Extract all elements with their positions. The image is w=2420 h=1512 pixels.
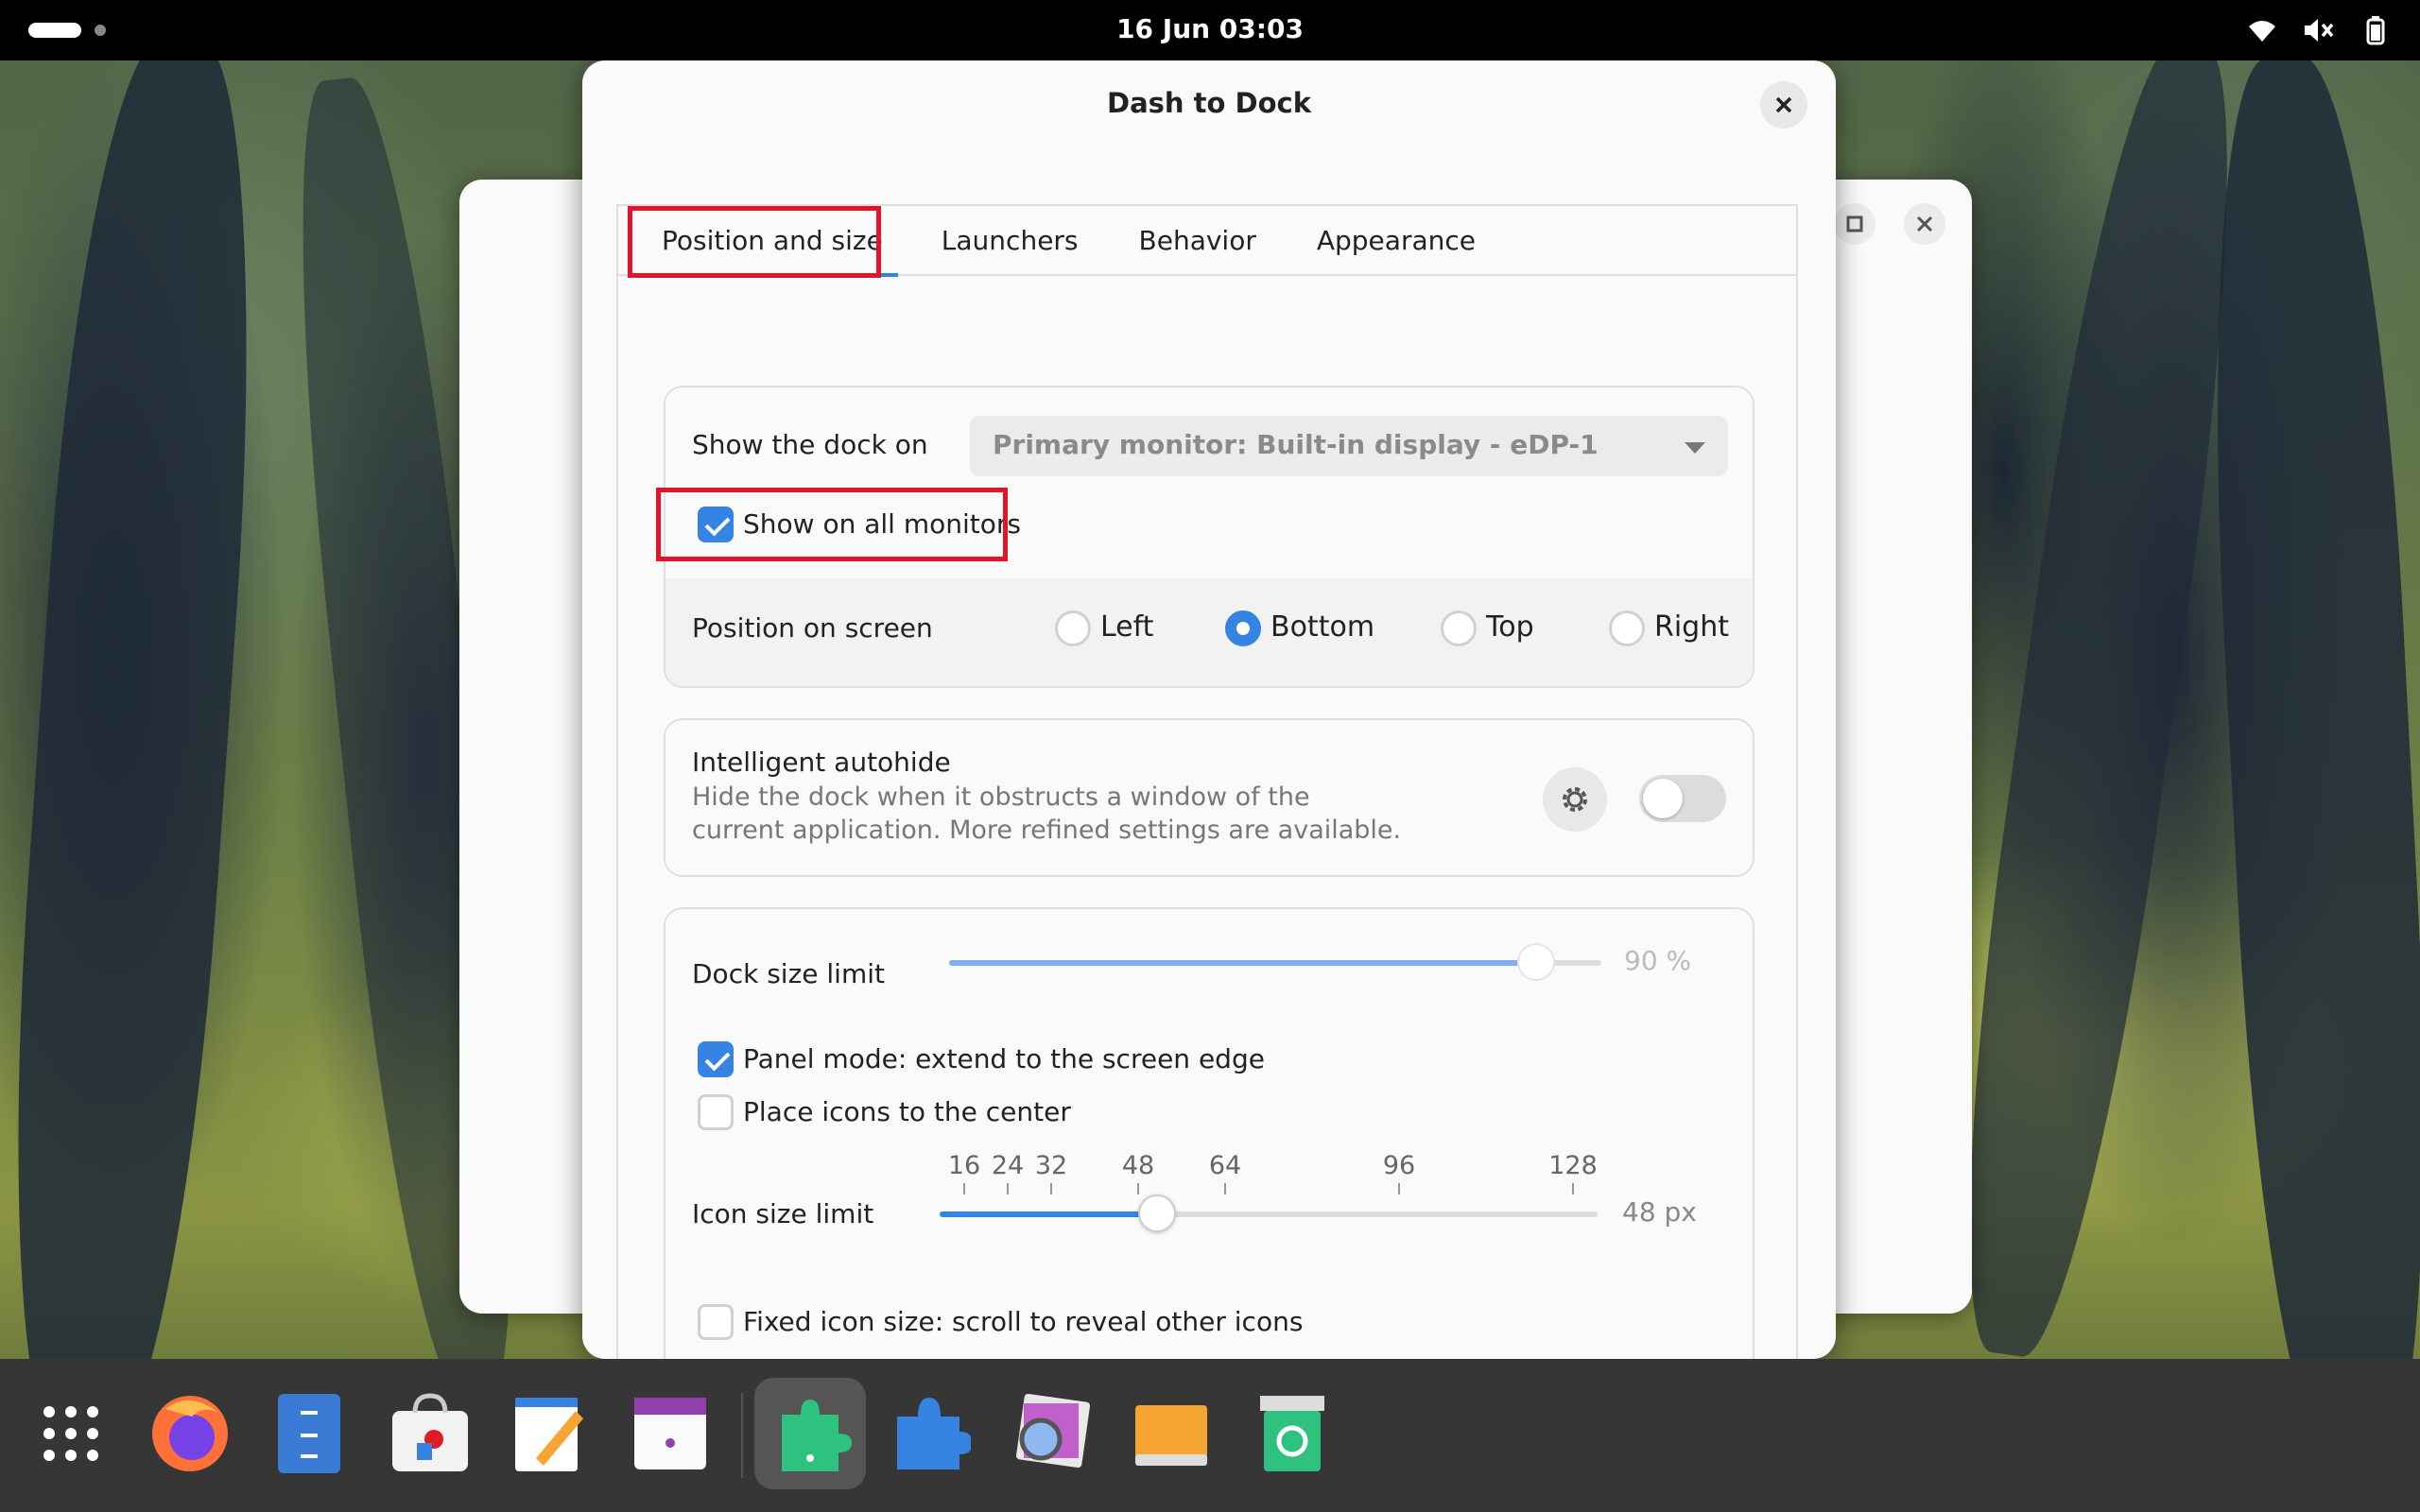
drive-launcher[interactable] bbox=[1115, 1378, 1227, 1489]
extensions-icon bbox=[782, 1400, 852, 1471]
dock-size-slider-fill bbox=[949, 960, 1536, 966]
icon-size-tick bbox=[1050, 1183, 1052, 1194]
position-row: Position on screen Left Bottom Top Right bbox=[666, 578, 1753, 686]
position-bottom-label[interactable]: Bottom bbox=[1270, 610, 1374, 644]
icon-size-tick bbox=[1572, 1183, 1574, 1194]
system-tray[interactable] bbox=[2246, 15, 2392, 45]
extension-manager-launcher[interactable] bbox=[873, 1378, 985, 1489]
icon-size-mark: 96 bbox=[1382, 1151, 1416, 1180]
autohide-title: Intelligent autohide bbox=[692, 747, 951, 778]
top-bar: 16 Jun 03:03 bbox=[0, 0, 2420, 60]
icon-size-tick bbox=[1007, 1183, 1009, 1194]
dialog-close-button[interactable] bbox=[1760, 81, 1807, 129]
extension-manager-icon bbox=[897, 1398, 971, 1469]
icon-size-mark: 64 bbox=[1208, 1151, 1242, 1180]
icon-size-mark: 128 bbox=[1548, 1151, 1598, 1180]
position-on-screen-label: Position on screen bbox=[692, 612, 933, 644]
tab-behavior[interactable]: Behavior bbox=[1109, 205, 1287, 275]
icon-size-mark: 48 bbox=[1121, 1151, 1155, 1180]
center-icons-checkbox[interactable] bbox=[698, 1094, 734, 1130]
text-editor-launcher[interactable] bbox=[493, 1378, 605, 1489]
files-icon bbox=[278, 1394, 340, 1473]
autohide-card: Intelligent autohide Hide the dock when … bbox=[664, 718, 1754, 877]
app-grid-button[interactable] bbox=[15, 1378, 127, 1489]
clock[interactable]: 16 Jun 03:03 bbox=[0, 13, 2420, 44]
position-left-radio[interactable] bbox=[1055, 610, 1091, 646]
position-left-label[interactable]: Left bbox=[1100, 610, 1153, 644]
icon-size-tick bbox=[1137, 1183, 1139, 1194]
icon-size-slider[interactable] bbox=[940, 1211, 1598, 1217]
tab-launchers[interactable]: Launchers bbox=[911, 205, 1109, 275]
dock bbox=[0, 1359, 2420, 1512]
icon-size-slider-fill bbox=[940, 1211, 1157, 1217]
panel-mode-label[interactable]: Panel mode: extend to the screen edge bbox=[743, 1043, 1265, 1074]
software-launcher[interactable] bbox=[374, 1378, 486, 1489]
icon-size-value: 48 px bbox=[1622, 1196, 1697, 1228]
dock-size-value: 90 % bbox=[1624, 945, 1692, 976]
close-icon bbox=[1916, 215, 1933, 232]
icon-size-label: Icon size limit bbox=[692, 1198, 874, 1229]
extensions-launcher[interactable] bbox=[754, 1378, 866, 1489]
icon-size-mark: 32 bbox=[1034, 1151, 1068, 1180]
autohide-switch[interactable] bbox=[1639, 775, 1726, 822]
position-bottom-radio[interactable] bbox=[1225, 610, 1261, 646]
highlight-box-checkbox bbox=[656, 488, 1008, 561]
maximize-icon bbox=[1846, 215, 1863, 232]
switch-knob bbox=[1643, 779, 1683, 818]
files-launcher[interactable] bbox=[253, 1378, 365, 1489]
drive-icon bbox=[1135, 1405, 1207, 1466]
close-button[interactable] bbox=[1904, 203, 1945, 245]
fixed-icon-size-checkbox[interactable] bbox=[698, 1304, 734, 1340]
position-right-label[interactable]: Right bbox=[1654, 610, 1729, 644]
dock-separator bbox=[741, 1393, 743, 1478]
position-top-radio[interactable] bbox=[1441, 610, 1477, 646]
trash-icon bbox=[1260, 1396, 1324, 1471]
battery-icon bbox=[2366, 16, 2385, 45]
icon-size-tick bbox=[1224, 1183, 1226, 1194]
app-grid-icon bbox=[43, 1406, 98, 1461]
tab-appearance[interactable]: Appearance bbox=[1287, 205, 1506, 275]
monitor-select[interactable]: Primary monitor: Built-in display - eDP-… bbox=[970, 416, 1728, 476]
dock-size-slider-knob[interactable] bbox=[1517, 943, 1555, 981]
position-top-label[interactable]: Top bbox=[1486, 610, 1534, 644]
text-editor-icon bbox=[515, 1398, 583, 1471]
gear-icon bbox=[1563, 787, 1587, 812]
center-icons-label[interactable]: Place icons to the center bbox=[743, 1096, 1071, 1127]
wifi-icon bbox=[2249, 21, 2275, 42]
calendar-launcher[interactable] bbox=[614, 1378, 726, 1489]
autohide-subtitle-line2: current application. More refined settin… bbox=[692, 816, 1402, 845]
firefox-icon bbox=[152, 1396, 228, 1471]
position-right-radio[interactable] bbox=[1609, 610, 1645, 646]
settings-notebook: Position and size Launchers Behavior App… bbox=[616, 204, 1798, 1359]
size-card: Dock size limit 90 % Panel mode: extend … bbox=[664, 907, 1754, 1359]
autohide-subtitle-line1: Hide the dock when it obstructs a window… bbox=[692, 782, 1310, 812]
trash-launcher[interactable] bbox=[1236, 1378, 1348, 1489]
icon-size-tick bbox=[963, 1183, 965, 1194]
close-icon bbox=[1775, 96, 1792, 113]
maximize-button[interactable] bbox=[1834, 203, 1876, 245]
highlight-box-tab bbox=[628, 206, 881, 278]
dock-size-slider[interactable] bbox=[949, 960, 1601, 966]
software-icon bbox=[392, 1393, 468, 1471]
image-viewer-launcher[interactable] bbox=[994, 1378, 1106, 1489]
dropdown-arrow-icon bbox=[1685, 442, 1705, 454]
panel-mode-checkbox[interactable] bbox=[698, 1041, 734, 1077]
monitor-select-value: Primary monitor: Built-in display - eDP-… bbox=[993, 429, 1599, 460]
icon-size-tick bbox=[1398, 1183, 1400, 1194]
show-dock-on-label: Show the dock on bbox=[692, 429, 928, 460]
dash-to-dock-dialog: Dash to Dock Position and size Launchers… bbox=[582, 60, 1836, 1359]
image-viewer-icon bbox=[1015, 1393, 1091, 1469]
autohide-settings-button[interactable] bbox=[1543, 767, 1607, 832]
dialog-title: Dash to Dock bbox=[1107, 87, 1311, 119]
icon-size-slider-knob[interactable] bbox=[1138, 1194, 1176, 1232]
dock-size-label: Dock size limit bbox=[692, 958, 885, 989]
firefox-launcher[interactable] bbox=[134, 1378, 246, 1489]
calendar-icon bbox=[634, 1398, 706, 1469]
volume-muted-icon bbox=[2305, 19, 2334, 42]
fixed-icon-size-label[interactable]: Fixed icon size: scroll to reveal other … bbox=[743, 1306, 1303, 1337]
